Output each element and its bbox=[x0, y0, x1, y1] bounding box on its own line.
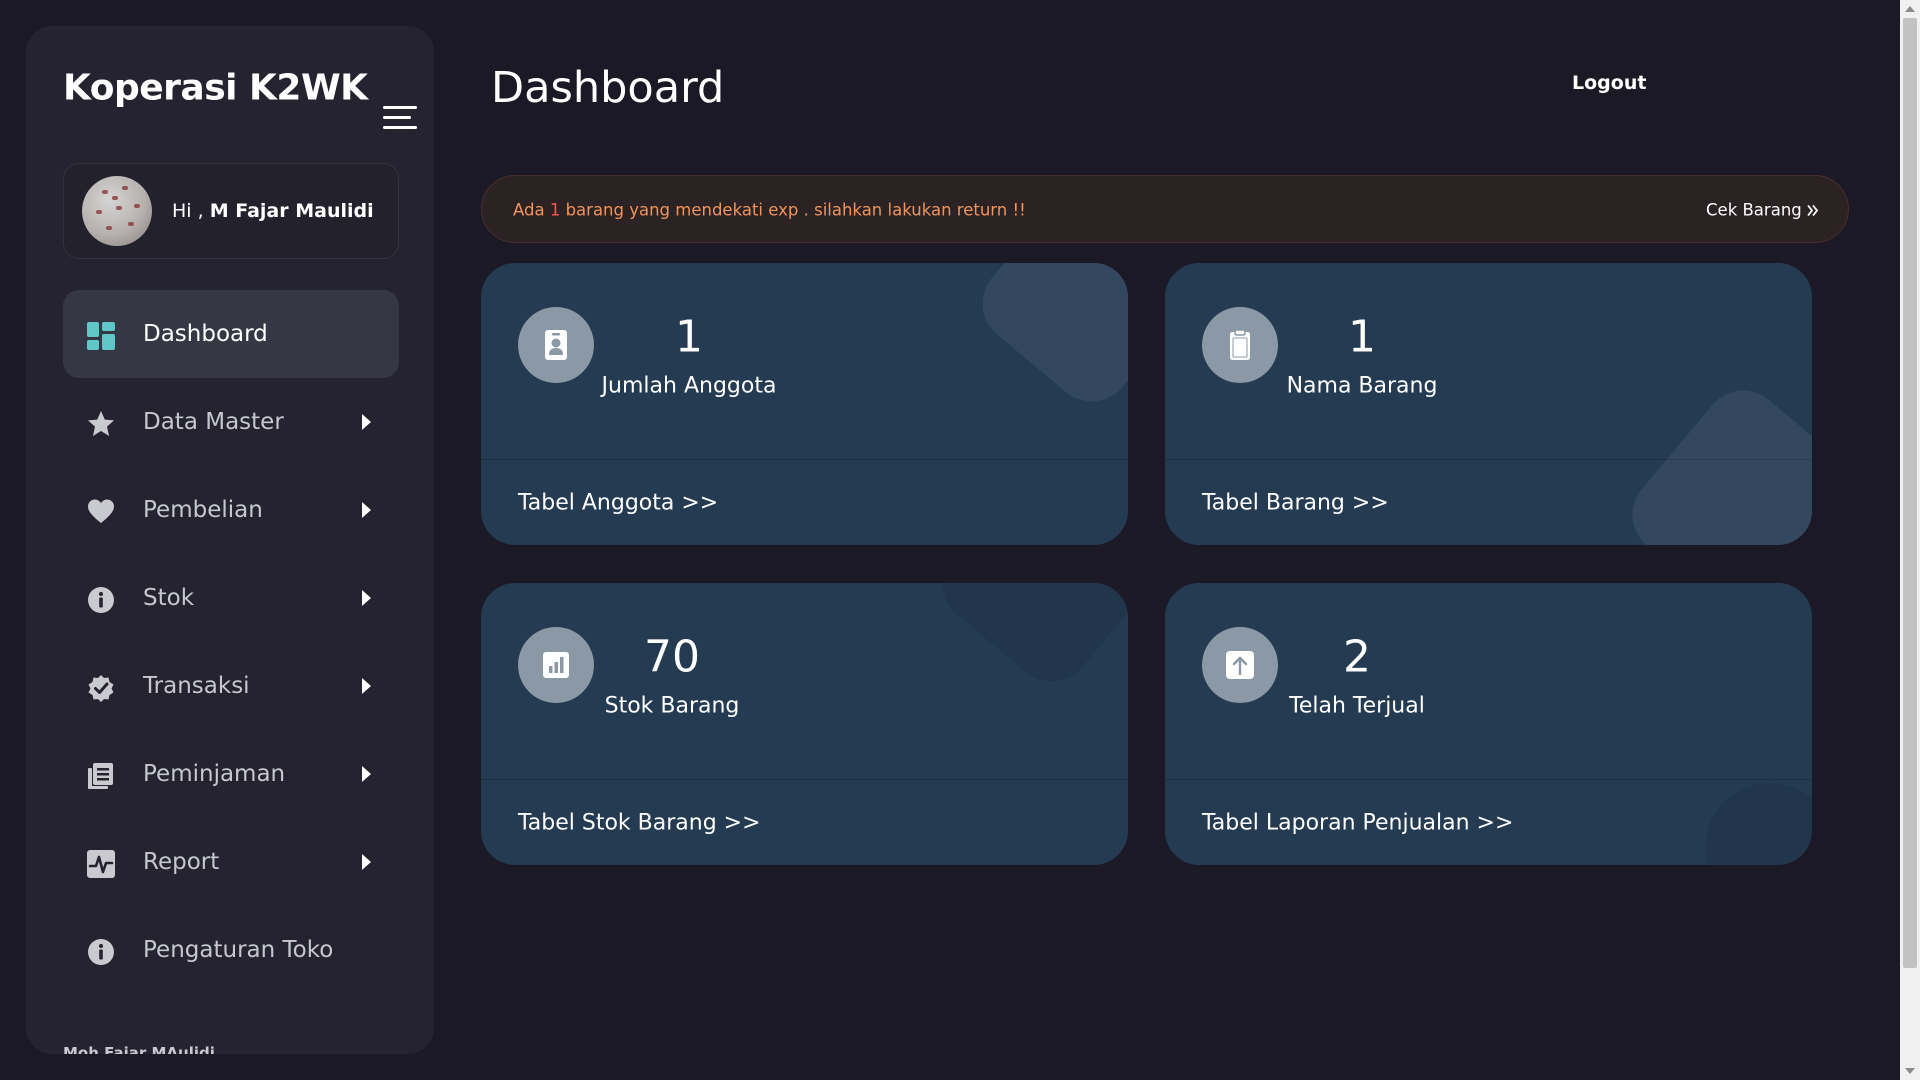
menu-toggle-icon[interactable] bbox=[383, 104, 417, 132]
brand-title: Koperasi K2WK bbox=[63, 67, 368, 109]
scrollbar-thumb[interactable] bbox=[1903, 18, 1917, 968]
card-label: Jumlah Anggota bbox=[601, 373, 777, 399]
sidebar-item-dashboard[interactable]: Dashboard bbox=[63, 290, 399, 378]
sidebar-nav: Dashboard Data Master Pembelian Stok Tra… bbox=[63, 290, 399, 994]
user-name: M Fajar Maulidi bbox=[209, 200, 374, 222]
alert-count: 1 bbox=[549, 200, 561, 220]
dashboard-grid-icon bbox=[87, 322, 115, 350]
caret-right-icon bbox=[362, 678, 371, 694]
card-decoration bbox=[1705, 783, 1812, 865]
caret-right-icon bbox=[362, 590, 371, 606]
sidebar-item-label: Transaksi bbox=[143, 673, 250, 699]
sidebar-footer: Moh Fajar MAulidi bbox=[63, 1044, 215, 1054]
info-icon bbox=[87, 938, 115, 966]
card-divider bbox=[481, 779, 1128, 780]
id-badge-icon bbox=[545, 330, 567, 360]
page-title: Dashboard bbox=[491, 63, 725, 113]
caret-right-icon bbox=[362, 854, 371, 870]
vertical-scrollbar[interactable] bbox=[1900, 0, 1920, 1080]
caret-right-icon bbox=[362, 502, 371, 518]
heart-icon bbox=[87, 498, 115, 526]
sidebar-item-label: Peminjaman bbox=[143, 761, 286, 787]
greeting-prefix: Hi , bbox=[172, 200, 204, 222]
brand-row: Koperasi K2WK bbox=[63, 62, 417, 129]
badge-check-icon bbox=[87, 674, 115, 702]
card-decoration bbox=[926, 583, 1128, 698]
card-link[interactable]: Tabel Anggota >> bbox=[518, 491, 718, 516]
sidebar-item-peminjaman[interactable]: Peminjaman bbox=[63, 730, 399, 818]
info-icon bbox=[87, 586, 115, 614]
caret-right-icon bbox=[362, 766, 371, 782]
scroll-down-arrow-icon[interactable] bbox=[1905, 1068, 1915, 1074]
card-icon-circle bbox=[518, 307, 594, 383]
double-chevron-right-icon bbox=[1807, 204, 1819, 217]
alert-text-before: Ada bbox=[513, 200, 550, 220]
cek-barang-label: Cek Barang bbox=[1706, 200, 1802, 220]
alert-message: Ada 1 barang yang mendekati exp . silahk… bbox=[513, 201, 1026, 220]
expiry-alert: Ada 1 barang yang mendekati exp . silahk… bbox=[481, 175, 1849, 243]
user-card: Hi , M Fajar Maulidi bbox=[63, 163, 399, 259]
alert-text-after: barang yang mendekati exp . silahkan lak… bbox=[560, 200, 1026, 220]
card-count: 2 bbox=[1343, 631, 1371, 683]
user-greeting: Hi , M Fajar Maulidi bbox=[172, 200, 374, 222]
logout-link[interactable]: Logout bbox=[1572, 72, 1646, 94]
card-link[interactable]: Tabel Stok Barang >> bbox=[518, 811, 761, 836]
sidebar-item-label: Stok bbox=[143, 585, 195, 611]
sidebar-item-stok[interactable]: Stok bbox=[63, 554, 399, 642]
sidebar-item-pengaturan-toko[interactable]: Pengaturan Toko bbox=[63, 906, 399, 994]
sidebar-item-label: Pengaturan Toko bbox=[143, 937, 334, 963]
sidebar-item-label: Data Master bbox=[143, 409, 284, 435]
card-divider bbox=[1165, 459, 1812, 460]
sidebar-item-pembelian[interactable]: Pembelian bbox=[63, 466, 399, 554]
sidebar-item-transaksi[interactable]: Transaksi bbox=[63, 642, 399, 730]
arrow-up-icon bbox=[1226, 651, 1254, 679]
sidebar-item-data-master[interactable]: Data Master bbox=[63, 378, 399, 466]
card-count: 70 bbox=[644, 631, 700, 683]
clipboard-icon bbox=[1230, 329, 1250, 360]
card-label: Telah Terjual bbox=[1289, 693, 1425, 719]
card-icon-circle bbox=[518, 627, 594, 703]
card-count: 1 bbox=[675, 311, 703, 363]
sidebar-item-label: Report bbox=[143, 849, 220, 875]
card-icon-circle bbox=[1202, 307, 1278, 383]
card-decoration bbox=[966, 263, 1128, 418]
star-icon bbox=[87, 410, 115, 438]
caret-right-icon bbox=[362, 414, 371, 430]
sidebar-item-label: Pembelian bbox=[143, 497, 263, 523]
stat-card-barang: 1 Nama Barang Tabel Barang >> bbox=[1165, 263, 1812, 545]
card-count: 1 bbox=[1348, 311, 1376, 363]
app-root: Koperasi K2WK Hi , M Fajar Maulidi Dashb… bbox=[0, 0, 1920, 1080]
card-label: Nama Barang bbox=[1286, 373, 1438, 399]
avatar bbox=[82, 176, 152, 246]
stat-card-terjual: 2 Telah Terjual Tabel Laporan Penjualan … bbox=[1165, 583, 1812, 865]
cek-barang-link[interactable]: Cek Barang bbox=[1706, 200, 1819, 220]
card-label: Stok Barang bbox=[604, 693, 740, 719]
card-divider bbox=[1165, 779, 1812, 780]
sidebar-item-label: Dashboard bbox=[143, 321, 268, 347]
book-icon bbox=[87, 762, 115, 790]
bar-chart-icon bbox=[543, 652, 569, 678]
stat-card-stok: 70 Stok Barang Tabel Stok Barang >> bbox=[481, 583, 1128, 865]
card-icon-circle bbox=[1202, 627, 1278, 703]
sidebar-item-report[interactable]: Report bbox=[63, 818, 399, 906]
sidebar: Koperasi K2WK Hi , M Fajar Maulidi Dashb… bbox=[26, 26, 434, 1054]
card-link[interactable]: Tabel Laporan Penjualan >> bbox=[1202, 811, 1513, 836]
card-divider bbox=[481, 459, 1128, 460]
card-link[interactable]: Tabel Barang >> bbox=[1202, 491, 1389, 516]
activity-icon bbox=[87, 850, 115, 878]
stat-card-anggota: 1 Jumlah Anggota Tabel Anggota >> bbox=[481, 263, 1128, 545]
scroll-up-arrow-icon[interactable] bbox=[1905, 6, 1915, 12]
